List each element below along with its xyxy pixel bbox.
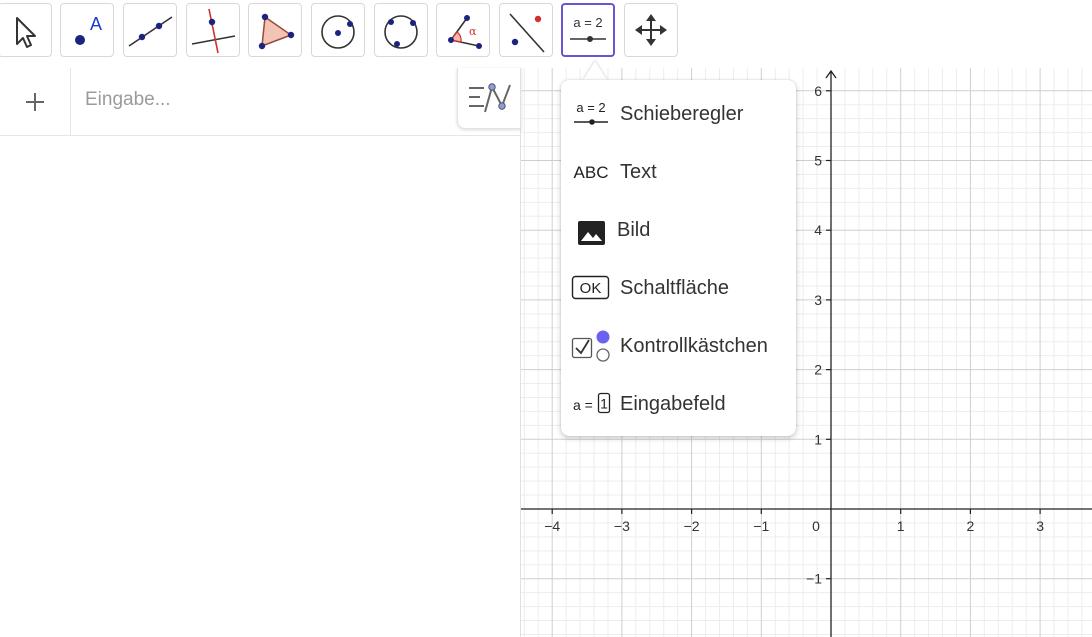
add-button[interactable] bbox=[0, 68, 71, 135]
x-tick-label: −3 bbox=[614, 518, 630, 534]
y-tick-label: 1 bbox=[814, 431, 822, 447]
menu-item-checkbox[interactable]: Kontrollkästchen bbox=[561, 316, 796, 374]
cursor-arrow-icon bbox=[16, 17, 36, 48]
menu-item-image[interactable]: Bild bbox=[561, 200, 796, 258]
text-icon-label: ABC bbox=[574, 163, 609, 182]
text-icon: ABC bbox=[574, 163, 609, 182]
polygon-tool[interactable] bbox=[248, 3, 302, 57]
x-tick-label: 3 bbox=[1036, 518, 1044, 534]
y-tick-label: 2 bbox=[814, 362, 822, 378]
svg-text:1: 1 bbox=[600, 396, 608, 412]
reflect-icon bbox=[509, 13, 545, 53]
conic-tool[interactable] bbox=[374, 3, 428, 57]
menu-item-label: Bild bbox=[617, 219, 651, 241]
algebra-view: Eingabe... bbox=[0, 68, 521, 637]
toggle-graphics-button[interactable] bbox=[457, 68, 521, 129]
algebra-input-row: Eingabe... bbox=[0, 68, 521, 136]
y-tick-label: 4 bbox=[814, 222, 822, 238]
perpendicular-line-icon bbox=[191, 8, 236, 54]
move-graphics-tool[interactable] bbox=[624, 3, 678, 57]
angle-icon: α bbox=[448, 15, 482, 49]
menu-item-label: Schaltfläche bbox=[620, 277, 729, 299]
circle-three-points-icon bbox=[384, 15, 418, 49]
slider-icon-label: a = 2 bbox=[576, 100, 605, 115]
x-tick-label: −1 bbox=[753, 518, 769, 534]
menu-item-text[interactable]: ABC Text bbox=[561, 142, 796, 200]
menu-item-slider[interactable]: a = 2 Schieberegler bbox=[561, 84, 796, 142]
polygon-icon bbox=[258, 13, 295, 50]
slider-icon-label: a = 2 bbox=[573, 15, 602, 30]
y-tick-label: 3 bbox=[814, 292, 822, 308]
menu-item-button[interactable]: OK Schaltfläche bbox=[561, 258, 796, 316]
reflect-tool[interactable] bbox=[499, 3, 553, 57]
action-objects-menu: a = 2 Schieberegler ABC Text Bild OK Sch… bbox=[561, 80, 796, 436]
image-icon bbox=[578, 221, 605, 245]
move-graphics-view-icon bbox=[635, 14, 667, 46]
point-icon: A bbox=[75, 14, 102, 45]
circle-tool[interactable] bbox=[311, 3, 365, 57]
algebra-input[interactable]: Eingabe... bbox=[85, 89, 171, 111]
button-icon-label: OK bbox=[580, 280, 602, 297]
menu-item-label: Schieberegler bbox=[620, 103, 744, 125]
menu-pointer bbox=[583, 61, 607, 80]
circle-center-point-icon bbox=[321, 15, 355, 49]
graph-view-icon bbox=[469, 83, 511, 113]
x-tick-label: −4 bbox=[544, 518, 560, 534]
x-tick-label: 1 bbox=[897, 518, 905, 534]
perpendicular-tool[interactable] bbox=[186, 3, 240, 57]
x-tick-label: 0 bbox=[812, 518, 820, 534]
plus-icon bbox=[26, 92, 44, 111]
angle-tool[interactable]: α bbox=[436, 3, 490, 57]
angle-icon-label: α bbox=[469, 25, 477, 38]
menu-item-input-box[interactable]: a = 1 Eingabefeld bbox=[561, 374, 796, 432]
toolbar: A α a = 2 bbox=[0, 0, 1092, 68]
menu-item-label: Text bbox=[620, 161, 657, 183]
line-tool[interactable] bbox=[123, 3, 177, 57]
checkbox-icon bbox=[571, 330, 610, 362]
input-box-icon: a = 1 bbox=[573, 392, 611, 414]
move-tool[interactable] bbox=[0, 3, 52, 57]
y-tick-label: 5 bbox=[814, 153, 822, 169]
y-tick-label: −1 bbox=[806, 571, 822, 587]
point-tool[interactable]: A bbox=[60, 3, 114, 57]
line-icon bbox=[128, 16, 173, 47]
menu-item-label: Kontrollkästchen bbox=[620, 335, 768, 357]
slider-icon: a = 2 bbox=[570, 15, 606, 42]
button-icon: OK bbox=[571, 275, 610, 300]
x-tick-label: −2 bbox=[684, 518, 700, 534]
svg-text:a =: a = bbox=[573, 397, 593, 413]
y-tick-label: 6 bbox=[814, 83, 822, 99]
point-icon-label: A bbox=[90, 14, 102, 34]
menu-item-label: Eingabefeld bbox=[620, 393, 726, 415]
slider-tool[interactable]: a = 2 bbox=[561, 3, 615, 57]
x-tick-label: 2 bbox=[967, 518, 975, 534]
slider-icon: a = 2 bbox=[574, 100, 608, 125]
